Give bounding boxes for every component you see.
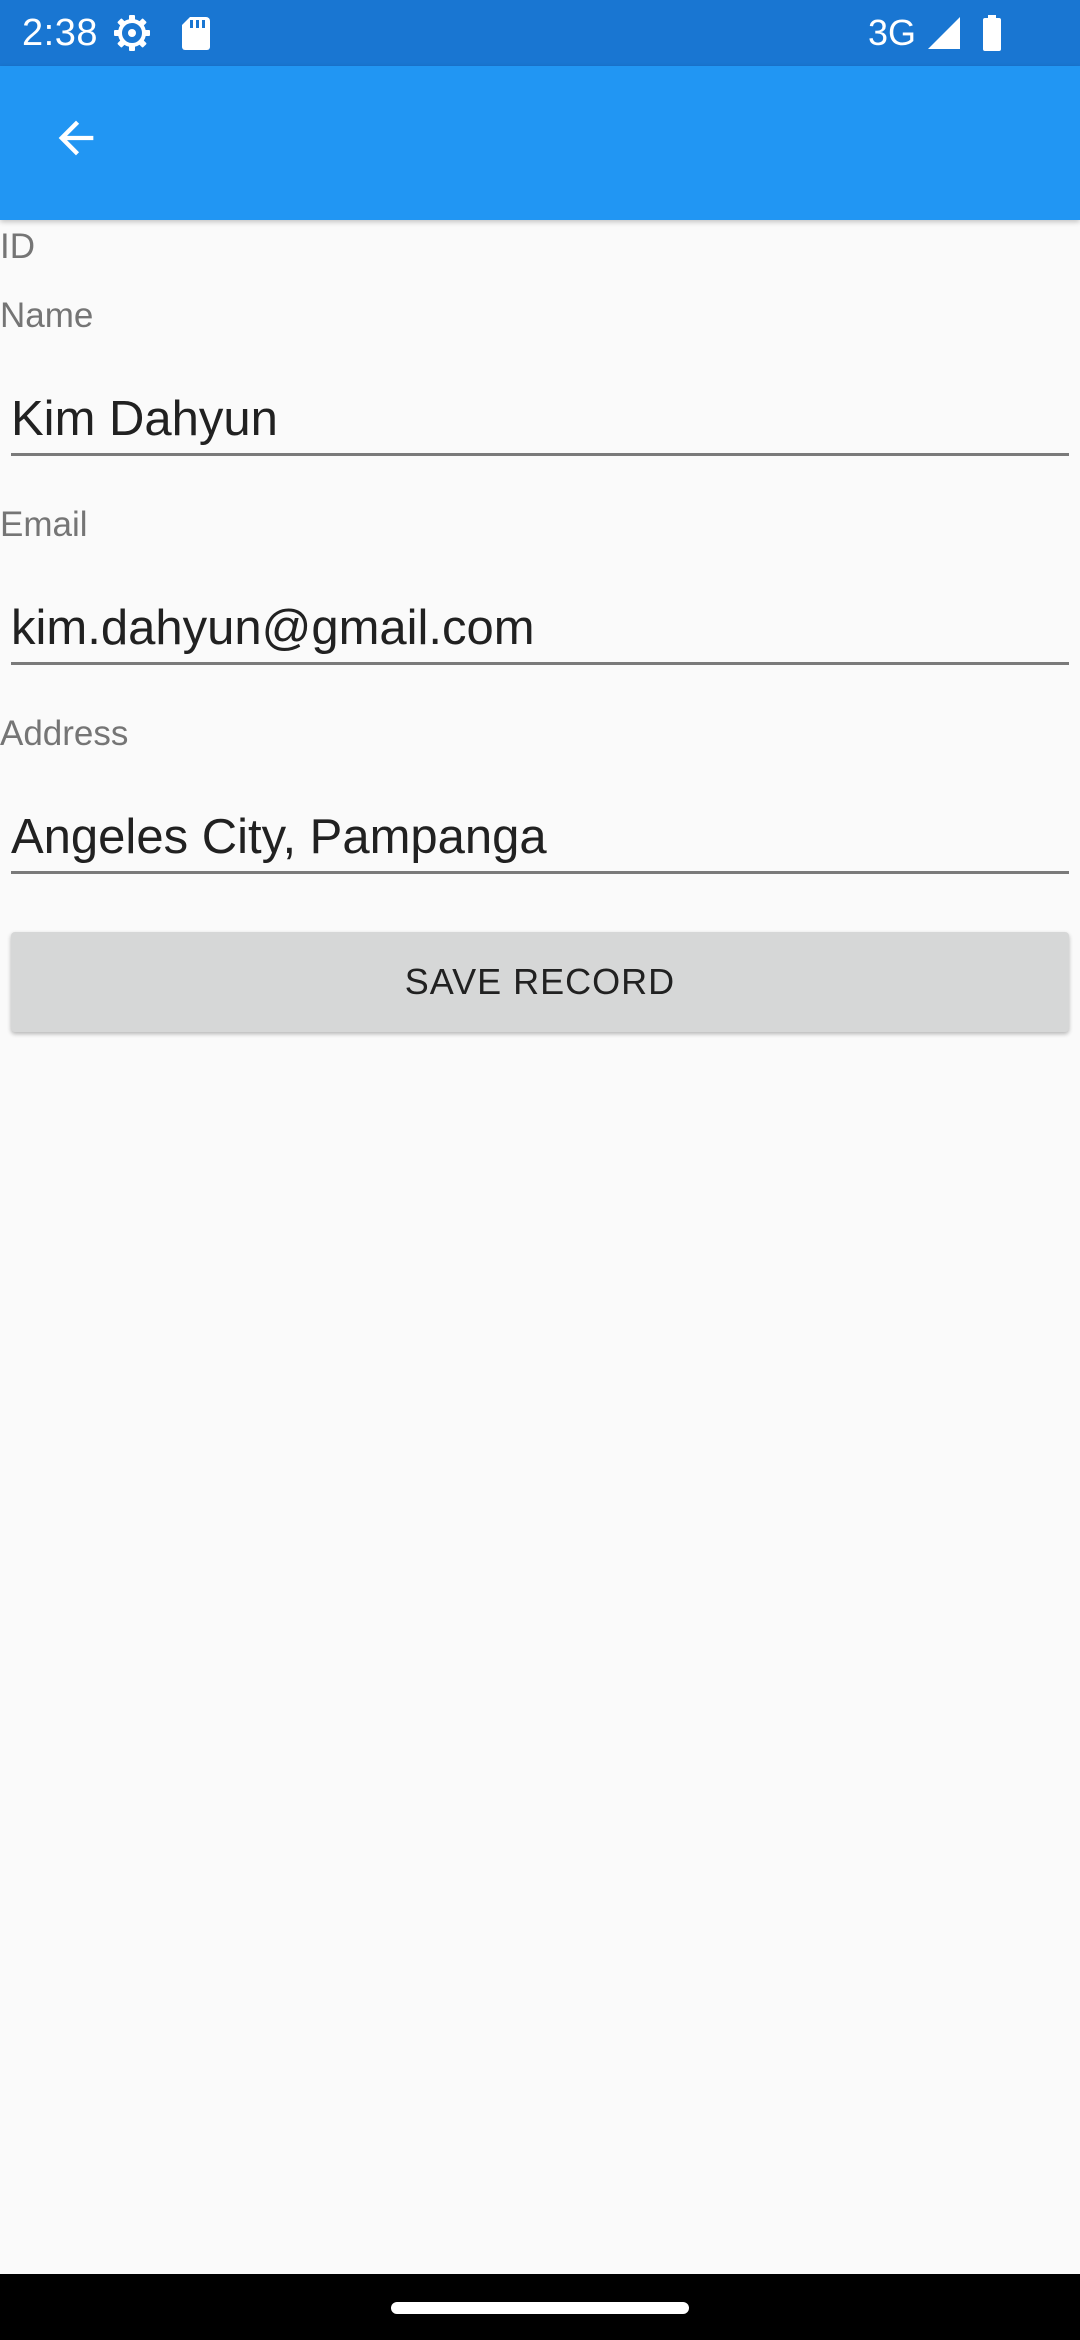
sd-card-icon xyxy=(176,13,216,53)
navigation-bar xyxy=(0,2274,1080,2340)
signal-icon xyxy=(924,13,964,53)
email-label: Email xyxy=(0,505,88,544)
app-bar xyxy=(0,66,1080,220)
back-button[interactable] xyxy=(36,100,116,180)
home-gesture-handle[interactable] xyxy=(391,2302,689,2314)
arrow-left-icon xyxy=(50,112,102,169)
save-record-button[interactable]: SAVE RECORD xyxy=(11,932,1069,1032)
id-label: ID xyxy=(0,227,35,266)
settings-gear-icon xyxy=(112,13,152,53)
network-type: 3G xyxy=(868,12,917,53)
name-label: Name xyxy=(0,296,94,335)
status-time: 2:38 xyxy=(22,12,98,54)
email-field[interactable] xyxy=(11,593,1069,665)
address-label: Address xyxy=(0,714,129,753)
battery-icon xyxy=(972,13,1012,53)
name-field[interactable] xyxy=(11,384,1069,456)
address-field[interactable] xyxy=(11,802,1069,874)
status-bar: 2:38 3G xyxy=(0,0,1080,66)
